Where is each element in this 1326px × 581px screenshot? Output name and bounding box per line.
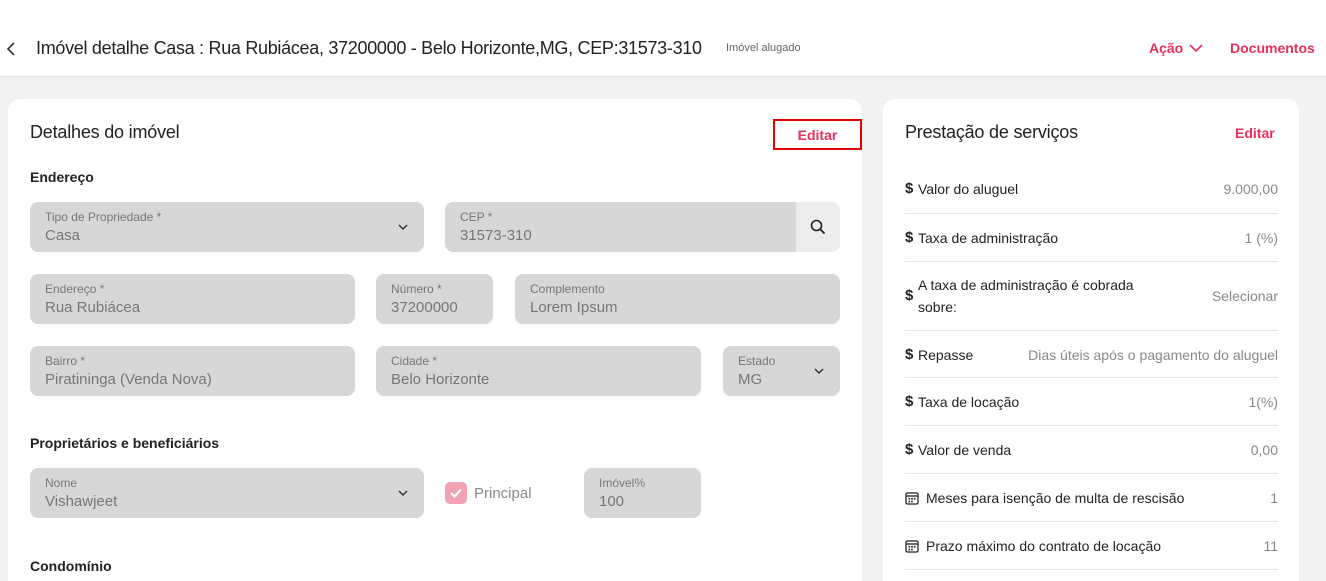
service-value: 1 (%) [1244, 230, 1278, 246]
field-label: Imóvel% [599, 476, 646, 490]
section-title: Detalhes do imóvel [30, 122, 180, 142]
edit-services-button[interactable]: Editar [1235, 125, 1275, 141]
imovel-percent-field[interactable]: Imóvel% 100 [584, 468, 701, 518]
services-title: Prestação de serviços [905, 122, 1078, 142]
field-value: Belo Horizonte [391, 371, 490, 388]
service-label: Taxa de administração [918, 230, 1059, 246]
service-label: A taxa de administração é cobrada [918, 277, 1134, 293]
field-value: Lorem Ipsum [530, 299, 618, 316]
chevron-down-icon [398, 490, 408, 497]
acao-dropdown[interactable]: Ação [1149, 40, 1203, 56]
service-label: Taxa de locação [918, 394, 1020, 410]
dollar-icon: $ [905, 441, 914, 458]
dollar-icon: $ [905, 287, 914, 304]
cidade-field[interactable]: Cidade * Belo Horizonte [376, 346, 701, 396]
field-value: Piratininga (Venda Nova) [45, 371, 212, 388]
calendar-icon [905, 492, 919, 505]
field-value: 31573-310 [460, 227, 532, 244]
owners-heading: Proprietários e beneficiários [30, 435, 220, 451]
service-label: Valor de venda [918, 442, 1012, 458]
service-label: Meses para isenção de multa de rescisão [926, 490, 1185, 506]
field-label: Endereço * [45, 282, 105, 296]
service-label: sobre: [918, 299, 957, 315]
status-badge: Imóvel alugado [726, 42, 801, 54]
documentos-link[interactable]: Documentos [1230, 40, 1315, 56]
service-value: 9.000,00 [1223, 181, 1279, 197]
selecionar-select[interactable]: Selecionar [1212, 288, 1278, 304]
dollar-icon: $ [905, 180, 914, 197]
dollar-icon: $ [905, 346, 914, 363]
field-label: Tipo de Propriedade * [45, 210, 162, 224]
address-heading: Endereço [30, 169, 94, 185]
complemento-field[interactable]: Complemento Lorem Ipsum [515, 274, 840, 324]
principal-label: Principal [474, 485, 532, 502]
service-label: Repasse [918, 347, 974, 363]
service-row: $ Valor de venda 0,00 [905, 426, 1278, 474]
principal-checkbox[interactable] [445, 482, 467, 504]
check-icon [450, 488, 462, 499]
owner-name-select[interactable]: Nome Vishawjeet [30, 468, 424, 518]
page-title: Imóvel detalhe Casa : Rua Rubiácea, 3720… [36, 38, 702, 58]
service-row: $ Valor do aluguel 9.000,00 [905, 165, 1278, 214]
field-label: Complemento [530, 282, 605, 296]
chevron-down-icon [814, 368, 824, 375]
service-value: 1 [1270, 490, 1278, 506]
dollar-icon: $ [905, 393, 914, 410]
field-value: 37200000 [391, 299, 458, 316]
field-label: Número * [391, 282, 442, 296]
chevron-down-icon [398, 224, 408, 231]
field-value: Casa [45, 227, 81, 244]
field-label: Cidade * [391, 354, 438, 368]
search-icon [810, 219, 826, 235]
service-value: Dias úteis após o pagamento do aluguel [1028, 347, 1278, 363]
field-label: CEP * [460, 210, 493, 224]
service-value: 1(%) [1248, 394, 1278, 410]
edit-property-button[interactable]: Editar [773, 119, 862, 150]
numero-field[interactable]: Número * 37200000 [376, 274, 493, 324]
acao-label: Ação [1149, 40, 1184, 56]
top-bar: Imóvel detalhe Casa : Rua Rubiácea, 3720… [0, 0, 1326, 77]
service-row: $ Taxa de administração 1 (%) [905, 214, 1278, 262]
chevron-down-icon [1189, 44, 1203, 53]
cep-search-button[interactable] [796, 202, 840, 252]
field-label: Nome [45, 476, 78, 490]
service-label: Valor do aluguel [918, 181, 1019, 197]
service-row: $ A taxa de administração é cobrada sobr… [905, 262, 1278, 331]
estado-select[interactable]: Estado MG [723, 346, 840, 396]
service-value: 11 [1263, 538, 1278, 554]
endereco-field[interactable]: Endereço * Rua Rubiácea [30, 274, 355, 324]
chevron-left-icon[interactable] [4, 37, 20, 61]
tipo-propriedade-select[interactable]: Tipo de Propriedade * Casa [30, 202, 424, 252]
service-row: $ Repasse Dias úteis após o pagamento do… [905, 331, 1278, 378]
dollar-icon: $ [905, 229, 914, 246]
service-label: Prazo máximo do contrato de locação [926, 538, 1162, 554]
field-value: Vishawjeet [45, 493, 118, 510]
field-label: Bairro * [45, 354, 86, 368]
service-row: $ Taxa de locação 1(%) [905, 378, 1278, 426]
field-label: Estado [738, 354, 776, 368]
calendar-icon [905, 540, 919, 553]
bairro-field[interactable]: Bairro * Piratininga (Venda Nova) [30, 346, 355, 396]
field-value: Rua Rubiácea [45, 299, 141, 316]
service-row: Prazo máximo do contrato de locação 11 [905, 522, 1278, 570]
field-value: MG [738, 371, 763, 388]
service-row: Meses para isenção de multa de rescisão … [905, 474, 1278, 522]
cep-field[interactable]: CEP * 31573-310 [445, 202, 805, 252]
condominio-heading: Condomínio [30, 558, 112, 574]
service-value: 0,00 [1250, 442, 1278, 458]
field-value: 100 [599, 493, 625, 510]
